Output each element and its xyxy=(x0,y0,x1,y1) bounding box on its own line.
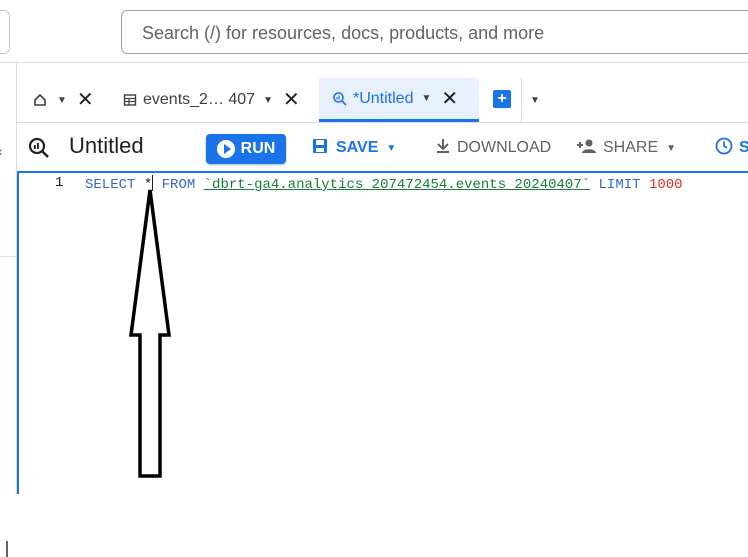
save-button[interactable]: SAVE ▼ xyxy=(312,134,396,162)
home-icon xyxy=(31,91,49,109)
save-label: SAVE xyxy=(336,139,379,156)
keyword-limit: LIMIT xyxy=(590,177,649,193)
tab-label: events_2… 407 xyxy=(143,91,256,108)
limit-value: 1000 xyxy=(648,177,683,193)
run-label: RUN xyxy=(240,140,276,157)
table-reference: `dbrt-ga4.analytics_207472454.events_202… xyxy=(203,177,591,193)
panel-mark: ‹ xyxy=(0,143,3,159)
more-tabs-button[interactable]: ▼ xyxy=(521,78,540,122)
chevron-down-icon[interactable]: ▼ xyxy=(263,95,273,106)
download-label: DOWNLOAD xyxy=(457,139,552,156)
add-person-icon xyxy=(577,138,597,159)
chevron-down-icon: ▼ xyxy=(386,142,397,154)
schedule-label: S xyxy=(739,139,748,156)
tab-home[interactable]: ▼ ✕ xyxy=(31,78,115,122)
scrollbar[interactable] xyxy=(6,541,8,557)
line-gutter: 1 xyxy=(19,173,79,494)
top-bar xyxy=(0,0,748,63)
close-icon[interactable]: ✕ xyxy=(283,90,300,110)
share-button[interactable]: SHARE ▼ xyxy=(577,134,676,162)
query-icon xyxy=(28,137,50,164)
table-icon xyxy=(121,91,139,109)
play-icon xyxy=(216,140,235,158)
editor-tab-strip: ▼ ✕ events_2… 407 ▼ ✕ *Untitled ▼ ✕ + ▼ xyxy=(17,78,748,123)
save-icon xyxy=(312,138,328,159)
clock-icon xyxy=(715,137,733,160)
search-box[interactable] xyxy=(121,10,748,55)
search-input[interactable] xyxy=(122,11,748,55)
panel-divider xyxy=(0,256,16,257)
explorer-panel-edge: ‹ xyxy=(0,63,17,557)
line-number: 1 xyxy=(55,175,64,191)
download-button[interactable]: DOWNLOAD xyxy=(435,134,551,162)
chevron-down-icon[interactable]: ▼ xyxy=(421,93,431,104)
query-toolbar: Untitled RUN SAVE ▼ DOWNLOAD SHARE ▼ S xyxy=(17,123,748,171)
close-icon[interactable]: ✕ xyxy=(441,89,458,109)
schedule-button[interactable]: S xyxy=(715,134,748,162)
tab-untitled-query[interactable]: *Untitled ▼ ✕ xyxy=(319,78,479,122)
query-icon xyxy=(331,90,349,108)
chevron-down-icon[interactable]: ▼ xyxy=(57,95,67,106)
left-menu-button[interactable] xyxy=(0,10,10,54)
download-icon xyxy=(435,138,451,159)
share-label: SHARE xyxy=(603,139,659,156)
tab-label: *Untitled xyxy=(353,89,414,107)
chevron-down-icon: ▼ xyxy=(666,142,677,154)
close-icon[interactable]: ✕ xyxy=(77,90,94,110)
query-title: Untitled xyxy=(69,133,144,158)
run-button[interactable]: RUN xyxy=(206,134,286,164)
tab-events-table[interactable]: events_2… 407 ▼ ✕ xyxy=(121,78,313,122)
add-tab-button[interactable]: + xyxy=(493,90,511,108)
annotation-arrow xyxy=(129,189,171,478)
